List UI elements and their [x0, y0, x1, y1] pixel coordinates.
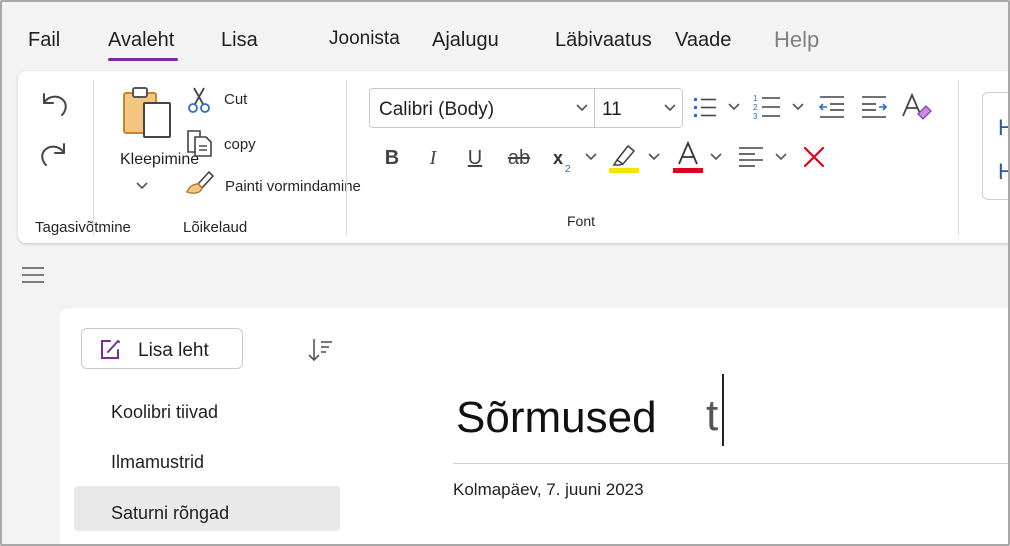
styles-gallery[interactable]: H H	[982, 92, 1010, 200]
page-title[interactable]: Sõrmused	[456, 393, 657, 443]
chevron-down-icon[interactable]	[576, 103, 588, 113]
tab-help[interactable]: Help	[774, 27, 819, 53]
bullets-icon[interactable]	[692, 94, 718, 120]
copy-icon[interactable]	[184, 128, 214, 158]
typed-text: t	[706, 391, 719, 440]
chevron-down-icon[interactable]	[135, 181, 149, 191]
chevron-down-icon[interactable]	[664, 103, 676, 113]
style-preview: H	[998, 159, 1010, 184]
cut-label[interactable]: Cut	[224, 91, 247, 108]
text-caret	[722, 374, 724, 446]
format-painter-icon[interactable]	[184, 168, 216, 196]
svg-text:3: 3	[753, 112, 758, 121]
clipboard-group-label: Lõikelaud	[183, 219, 248, 236]
tab-history[interactable]: Ajalugu	[432, 29, 499, 52]
increase-indent-icon[interactable]	[860, 94, 888, 120]
tab-view[interactable]: Vaade	[675, 29, 731, 52]
font-box-divider	[594, 89, 595, 127]
numbering-icon[interactable]: 1 2 3	[752, 92, 782, 122]
redo-icon[interactable]	[38, 138, 70, 170]
ribbon-separator	[93, 80, 94, 235]
font-group-label: Font	[567, 213, 596, 229]
add-page-label: Lisa leht	[138, 340, 209, 361]
page-item-weather-patterns[interactable]: Ilmamustrid	[74, 439, 340, 484]
undo-group-label: Tagasivõtmine	[35, 219, 131, 236]
subscript-icon[interactable]: x 2	[552, 146, 578, 174]
chevron-down-icon[interactable]	[648, 152, 660, 162]
format-painter-label[interactable]: Painti vormindamine	[225, 178, 361, 195]
clear-formatting-icon[interactable]	[900, 92, 934, 122]
font-name-value: Calibri (Body)	[379, 99, 495, 120]
add-page-button[interactable]: Lisa leht	[81, 328, 243, 369]
svg-text:2: 2	[753, 103, 758, 112]
svg-text:2: 2	[565, 164, 571, 174]
undo-icon[interactable]	[38, 88, 70, 120]
paste-icon[interactable]	[120, 85, 176, 141]
style-preview: H	[998, 115, 1010, 140]
chevron-down-icon[interactable]	[728, 102, 740, 112]
scissors-icon[interactable]	[186, 86, 212, 114]
font-picker[interactable]: Calibri (Body) 11	[369, 88, 683, 128]
tab-home[interactable]: Avaleht	[108, 29, 174, 52]
page-item-title: Saturni rõngad	[111, 503, 230, 523]
menu-icon[interactable]	[21, 265, 45, 285]
page-item-hummingbird-wings[interactable]: Koolibri tiivad	[74, 389, 340, 434]
ribbon-separator	[346, 80, 347, 235]
note-canvas[interactable]	[356, 308, 1010, 546]
chevron-down-icon[interactable]	[710, 152, 722, 162]
svg-text:1: 1	[753, 94, 758, 103]
tab-draw[interactable]: Joonista	[329, 28, 400, 50]
strikethrough-button[interactable]: ab	[505, 145, 533, 171]
font-color-icon[interactable]	[672, 140, 704, 174]
chevron-down-icon[interactable]	[585, 152, 597, 162]
font-size-value: 11	[602, 99, 622, 120]
active-tab-indicator	[108, 58, 178, 61]
svg-text:x: x	[553, 148, 563, 168]
close-icon[interactable]	[802, 145, 826, 169]
underline-button[interactable]: U	[464, 145, 486, 171]
title-divider	[453, 463, 1010, 464]
bold-button[interactable]: B	[381, 145, 403, 171]
tab-review[interactable]: Läbivaatus	[555, 29, 652, 52]
page-item-saturn-rings[interactable]: Saturni rõngad	[74, 486, 340, 531]
page-item-title: Ilmamustrid	[111, 452, 205, 472]
sort-icon[interactable]	[306, 336, 334, 364]
chevron-down-icon[interactable]	[775, 152, 787, 162]
align-icon[interactable]	[737, 144, 765, 170]
highlighter-icon[interactable]	[608, 140, 640, 174]
decrease-indent-icon[interactable]	[818, 94, 846, 120]
page-item-title: Koolibri tiivad	[111, 402, 219, 422]
ribbon-separator	[958, 80, 959, 235]
page-date: Kolmapäev, 7. juuni 2023	[453, 480, 644, 499]
tab-file[interactable]: Fail	[28, 29, 60, 52]
new-page-icon	[101, 340, 120, 359]
italic-button[interactable]: I	[423, 145, 443, 171]
copy-label[interactable]: copy	[224, 136, 256, 153]
tab-insert[interactable]: Lisa	[221, 29, 258, 52]
chevron-down-icon[interactable]	[792, 102, 804, 112]
